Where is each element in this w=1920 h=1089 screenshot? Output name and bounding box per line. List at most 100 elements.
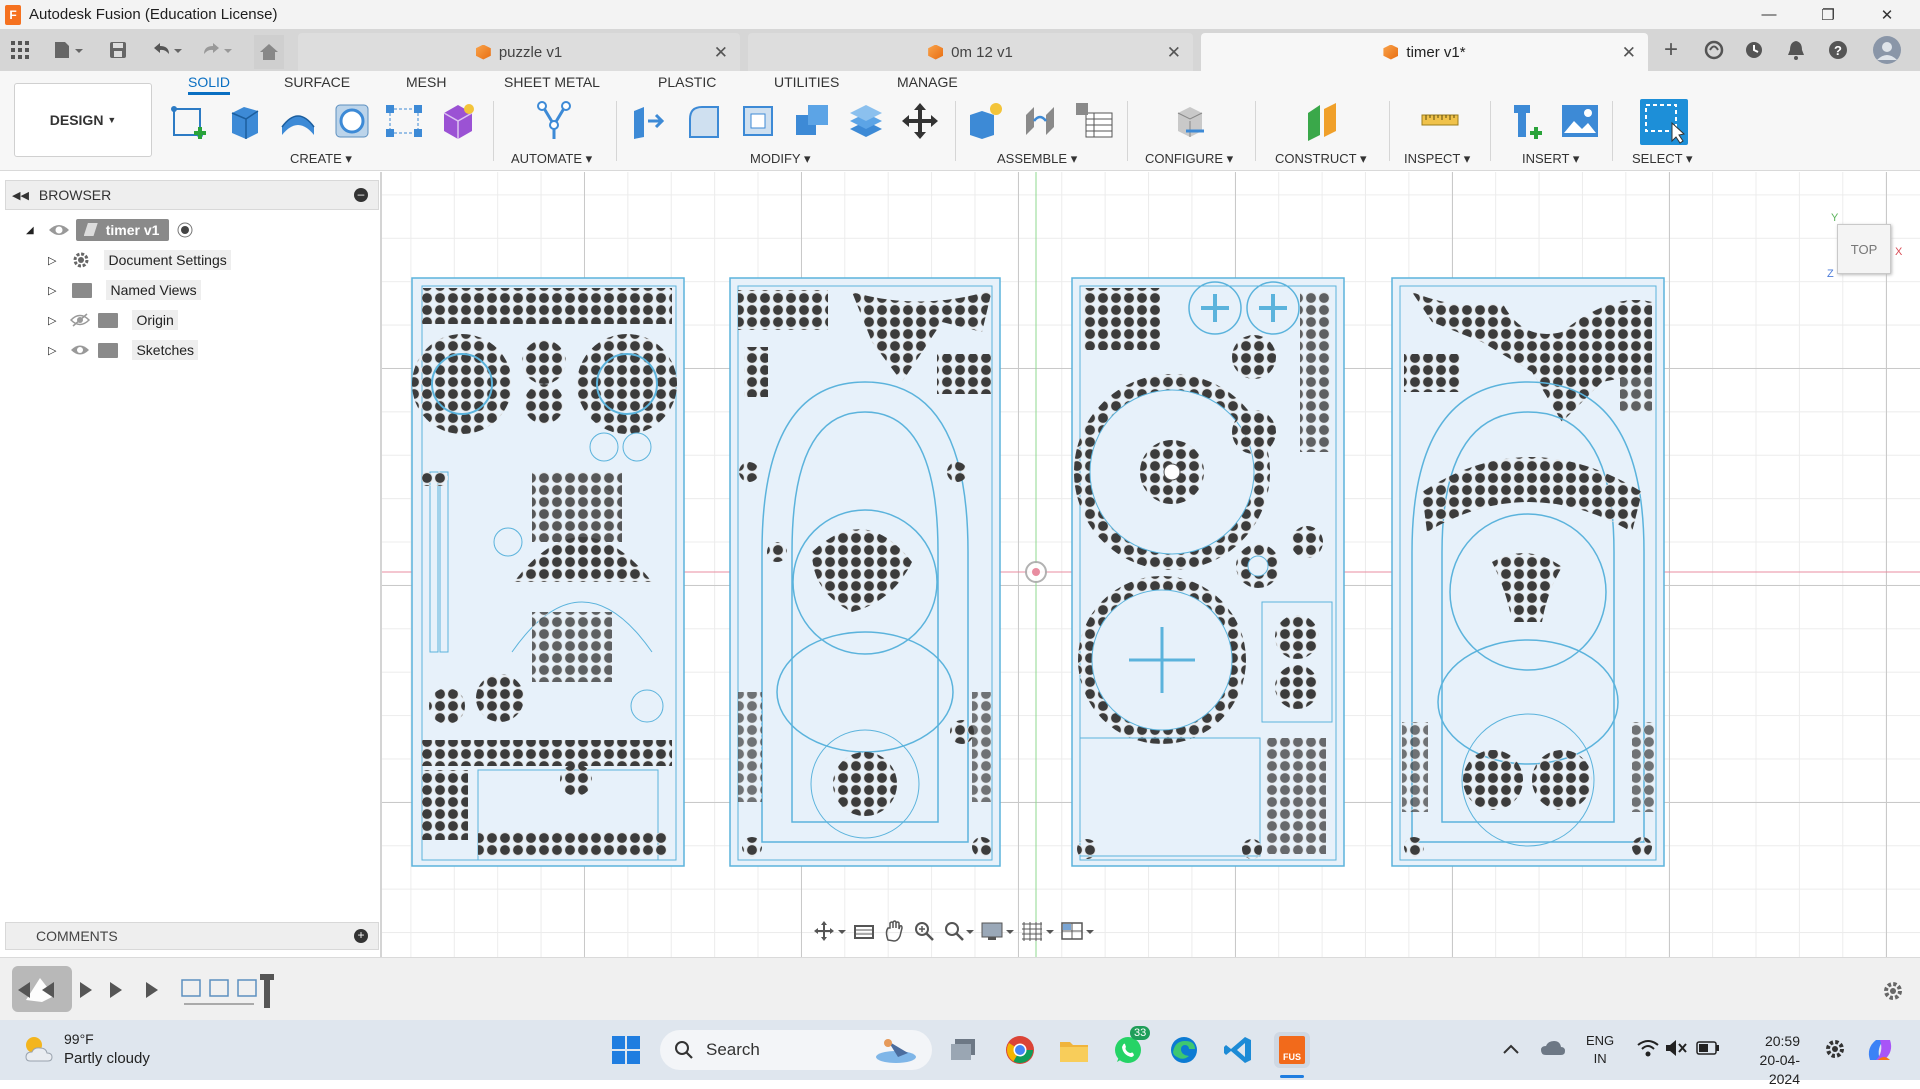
move-copy-icon[interactable] <box>900 101 940 141</box>
sketch-panel-4[interactable] <box>1391 277 1665 867</box>
eye-icon[interactable] <box>48 222 70 238</box>
tab-solid[interactable]: SOLID <box>188 74 231 95</box>
copilot-icon[interactable] <box>1864 1034 1896 1066</box>
group-select[interactable]: SELECT ▾ <box>1632 151 1692 167</box>
configure-icon[interactable] <box>1170 101 1210 141</box>
orbit-icon[interactable] <box>814 920 846 942</box>
battery-icon[interactable] <box>1696 1040 1720 1056</box>
browser-pin-icon[interactable]: – <box>354 188 368 202</box>
create-sketch-icon[interactable] <box>170 101 210 141</box>
pan-icon[interactable] <box>882 920 906 942</box>
collapse-panel-icon[interactable]: ◀◀ <box>12 189 29 202</box>
speaker-muted-icon[interactable] <box>1664 1038 1688 1058</box>
browser-panel-header[interactable]: ◀◀ BROWSER – <box>5 180 379 210</box>
viewports-icon[interactable] <box>1060 920 1094 942</box>
user-avatar[interactable] <box>1872 36 1902 64</box>
new-component-icon[interactable] <box>966 101 1006 141</box>
settings-gear-icon[interactable] <box>1824 1038 1846 1060</box>
tab-mesh[interactable]: MESH <box>406 74 446 90</box>
joint-icon[interactable] <box>1020 101 1060 141</box>
browser-item-origin[interactable]: ▷ Origin <box>48 307 178 333</box>
activate-radio-icon[interactable] <box>177 222 193 238</box>
browser-item-named-views[interactable]: ▷ Named Views <box>48 277 201 303</box>
fit-window-icon[interactable] <box>942 920 974 942</box>
sketch-panel-1[interactable] <box>411 277 685 867</box>
zoom-icon[interactable] <box>912 920 936 942</box>
edge-icon[interactable] <box>1166 1032 1202 1068</box>
browser-item-sketches[interactable]: ▷ Sketches <box>48 337 199 363</box>
add-comment-icon[interactable]: + <box>354 929 368 943</box>
measure-icon[interactable] <box>1420 101 1460 141</box>
close-tab-icon[interactable]: ✕ <box>1622 43 1636 63</box>
timeline-features[interactable] <box>180 974 280 1010</box>
select-tool-button[interactable] <box>1640 99 1688 145</box>
fillet-icon[interactable] <box>684 101 724 141</box>
help-icon[interactable]: ? <box>1824 37 1852 63</box>
group-construct[interactable]: CONSTRUCT ▾ <box>1275 151 1367 167</box>
file-explorer-icon[interactable] <box>1056 1032 1092 1068</box>
group-automate[interactable]: AUTOMATE ▾ <box>511 151 592 167</box>
sketch-panel-2[interactable] <box>729 277 1001 867</box>
insert-mcmaster-icon[interactable] <box>1508 101 1548 141</box>
display-settings-icon[interactable] <box>980 920 1014 942</box>
group-insert[interactable]: INSERT ▾ <box>1522 151 1579 167</box>
eye-hidden-icon[interactable] <box>70 313 91 327</box>
look-at-icon[interactable] <box>852 920 876 942</box>
undo-icon[interactable] <box>146 37 186 63</box>
tab-timer[interactable]: timer v1* ✕ <box>1201 33 1648 71</box>
whatsapp-icon[interactable]: 33 <box>1110 1026 1151 1068</box>
data-panel-icon[interactable] <box>8 37 32 63</box>
expand-triangle-icon[interactable]: ▷ <box>48 254 56 267</box>
hole-icon[interactable] <box>332 101 372 141</box>
viewcube-face-top[interactable]: TOP <box>1837 224 1891 274</box>
wifi-icon[interactable] <box>1636 1038 1660 1058</box>
language-indicator[interactable]: ENG IN <box>1586 1032 1614 1068</box>
extrude-icon[interactable] <box>224 101 264 141</box>
offset-face-icon[interactable] <box>846 101 886 141</box>
expand-triangle-icon[interactable]: ▷ <box>48 344 56 357</box>
comments-panel-header[interactable]: COMMENTS + <box>5 922 379 950</box>
group-inspect[interactable]: INSPECT ▾ <box>1404 151 1470 167</box>
eye-icon[interactable] <box>70 343 90 357</box>
sketch-panel-3[interactable] <box>1071 277 1345 867</box>
viewcube[interactable]: Y TOP X Z <box>1827 212 1905 282</box>
grid-snaps-icon[interactable] <box>1020 920 1054 942</box>
home-icon[interactable] <box>254 35 284 69</box>
weather-widget[interactable]: 99°F Partly cloudy <box>20 1030 150 1068</box>
tab-manage[interactable]: MANAGE <box>897 74 958 90</box>
new-tab-icon[interactable]: + <box>1656 36 1686 63</box>
shell-icon[interactable] <box>738 101 778 141</box>
onedrive-cloud-icon[interactable] <box>1540 1038 1566 1058</box>
expand-triangle-icon[interactable]: ◢ <box>26 225 34 236</box>
restore-button[interactable]: ❐ <box>1805 0 1851 29</box>
taskbar-search-box[interactable]: Search <box>660 1030 932 1070</box>
offset-plane-icon[interactable] <box>1302 101 1342 141</box>
job-status-icon[interactable] <box>1740 37 1768 63</box>
expand-triangle-icon[interactable]: ▷ <box>48 314 56 327</box>
vscode-icon[interactable] <box>1220 1032 1256 1068</box>
tab-sheet-metal[interactable]: SHEET METAL <box>504 74 600 90</box>
browser-root-row[interactable]: ◢ timer v1 <box>26 217 193 243</box>
tab-utilities[interactable]: UTILITIES <box>774 74 839 90</box>
tab-plastic[interactable]: PLASTIC <box>658 74 716 90</box>
notifications-icon[interactable] <box>1782 37 1810 63</box>
tab-puzzle[interactable]: puzzle v1 ✕ <box>298 33 740 71</box>
form-icon[interactable] <box>438 101 478 141</box>
close-button[interactable]: ✕ <box>1864 0 1910 29</box>
design-canvas[interactable]: Y TOP X Z <box>382 172 1920 957</box>
expand-triangle-icon[interactable]: ▷ <box>48 284 56 297</box>
bill-of-materials-icon[interactable] <box>1074 101 1114 141</box>
timeline-settings-gear-icon[interactable] <box>1882 980 1904 1002</box>
file-menu-icon[interactable] <box>48 37 88 63</box>
redo-icon[interactable] <box>196 37 236 63</box>
chrome-icon[interactable] <box>1002 1032 1038 1068</box>
group-create[interactable]: CREATE ▾ <box>290 151 352 167</box>
pattern-icon[interactable] <box>384 101 424 141</box>
fusion-taskbar-icon[interactable]: FUS <box>1274 1032 1310 1068</box>
group-configure[interactable]: CONFIGURE ▾ <box>1145 151 1233 167</box>
press-pull-icon[interactable] <box>628 101 668 141</box>
save-icon[interactable] <box>106 37 130 63</box>
tab-surface[interactable]: SURFACE <box>284 74 350 90</box>
group-modify[interactable]: MODIFY ▾ <box>750 151 810 167</box>
task-view-icon[interactable] <box>946 1032 982 1068</box>
